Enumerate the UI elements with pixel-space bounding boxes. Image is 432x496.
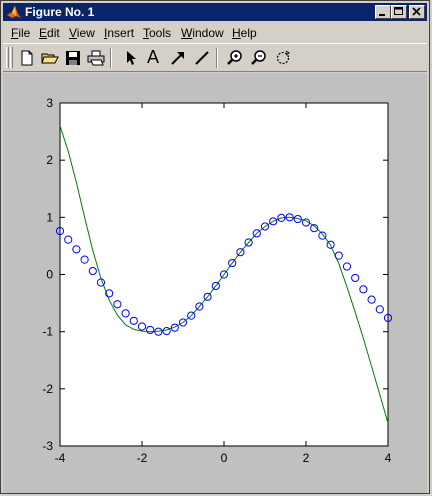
y-tick-label: -3 xyxy=(42,439,53,453)
y-tick-label: -2 xyxy=(42,382,53,396)
menu-window[interactable]: Window xyxy=(181,26,224,40)
x-tick-label: -4 xyxy=(55,451,66,465)
menu-file[interactable]: File xyxy=(11,26,30,40)
zoom-in-button[interactable] xyxy=(224,47,246,69)
toolbar-grip-secondary[interactable] xyxy=(10,47,13,68)
toolbar: A xyxy=(3,43,427,72)
y-tick-label: -1 xyxy=(42,325,53,339)
minimize-icon xyxy=(379,14,385,16)
menu-edit[interactable]: Edit xyxy=(39,26,60,40)
new-figure-button[interactable] xyxy=(16,47,38,69)
print-button[interactable] xyxy=(85,47,107,69)
save-icon xyxy=(66,51,80,65)
save-button[interactable] xyxy=(62,47,84,69)
close-icon xyxy=(412,7,421,16)
minimize-button[interactable] xyxy=(375,5,391,19)
close-button[interactable] xyxy=(409,5,425,19)
title-bar[interactable]: Figure No. 1 xyxy=(3,3,427,21)
menu-bar: File Edit View Insert Tools Window Help xyxy=(3,23,427,42)
figure-canvas[interactable]: -4 -2 0 2 4 -3 -2 -1 0 1 2 3 xyxy=(3,73,427,493)
edit-plot-button[interactable] xyxy=(119,47,141,69)
figure-window: Figure No. 1 File Edit View Insert Tools… xyxy=(0,0,430,494)
insert-line-button[interactable] xyxy=(191,47,213,69)
menu-help[interactable]: Help xyxy=(232,26,257,40)
zoom-out-icon xyxy=(251,50,266,65)
y-tick-label: 0 xyxy=(46,268,53,282)
select-arrow-icon xyxy=(127,51,136,65)
open-folder-icon xyxy=(41,53,59,64)
print-icon xyxy=(87,50,105,66)
menu-tools[interactable]: Tools xyxy=(143,26,171,40)
plot-axes[interactable]: -4 -2 0 2 4 -3 -2 -1 0 1 2 3 xyxy=(3,73,427,493)
toolbar-grip[interactable] xyxy=(6,47,9,68)
zoom-in-icon xyxy=(227,50,242,65)
x-tick-label: 2 xyxy=(303,451,310,465)
maximize-icon xyxy=(394,7,403,15)
matlab-logo-icon xyxy=(6,5,22,19)
x-tick-label: 0 xyxy=(221,451,228,465)
window-title: Figure No. 1 xyxy=(25,5,95,19)
y-tick-label: 1 xyxy=(46,210,53,224)
menu-view[interactable]: View xyxy=(69,26,95,40)
rotate-3d-button[interactable] xyxy=(272,47,294,69)
maximize-button[interactable] xyxy=(391,5,407,19)
insert-text-button[interactable]: A xyxy=(143,47,165,69)
toolbar-separator xyxy=(216,48,218,68)
y-tick-label: 3 xyxy=(46,96,53,110)
toolbar-separator xyxy=(110,48,112,68)
insert-line-icon xyxy=(195,51,209,65)
menu-insert[interactable]: Insert xyxy=(104,26,134,40)
insert-arrow-button[interactable] xyxy=(167,47,189,69)
open-file-button[interactable] xyxy=(39,47,61,69)
rotate-3d-icon xyxy=(276,50,290,65)
x-tick-label: 4 xyxy=(385,451,392,465)
zoom-out-button[interactable] xyxy=(248,47,270,69)
y-tick-label: 2 xyxy=(46,153,53,167)
new-file-icon xyxy=(21,50,33,66)
insert-text-icon: A xyxy=(147,47,160,67)
insert-arrow-icon xyxy=(171,52,184,65)
x-tick-label: -2 xyxy=(137,451,148,465)
